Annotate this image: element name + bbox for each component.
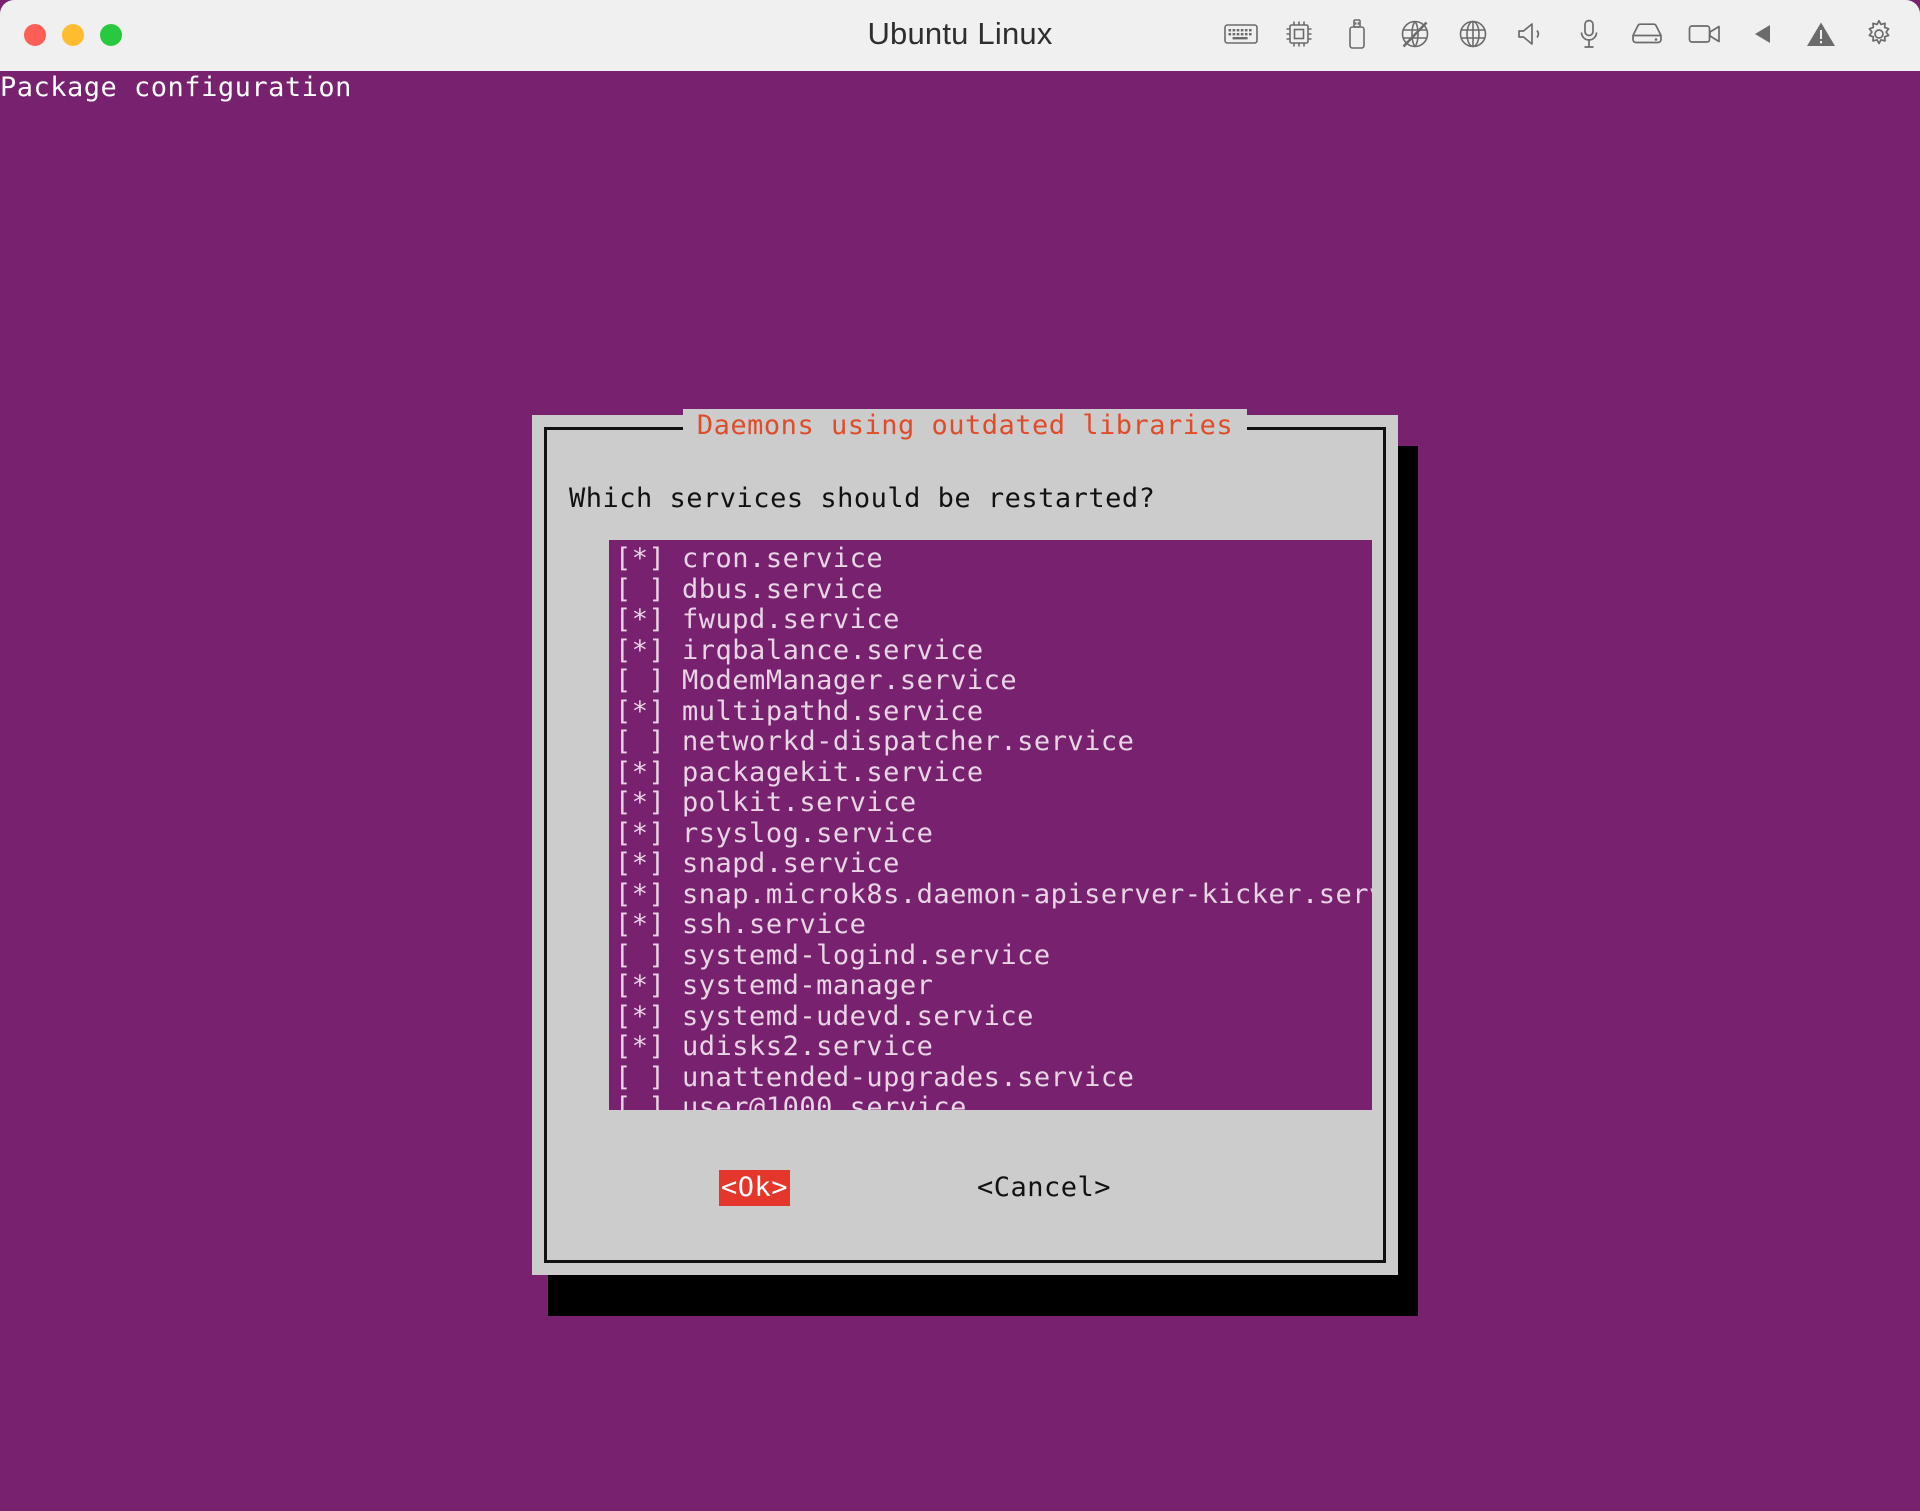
network-disabled-icon[interactable]	[1394, 8, 1436, 60]
list-item[interactable]: [*] udisks2.service	[615, 1032, 1372, 1063]
list-item[interactable]: [*] ssh.service	[615, 910, 1372, 941]
list-item[interactable]: [*] irqbalance.service	[615, 636, 1372, 667]
list-item-label: systemd-logind.service	[665, 940, 1050, 971]
list-item[interactable]: [*] systemd-udevd.service	[615, 1002, 1372, 1033]
checkbox-icon[interactable]: [*]	[615, 1031, 665, 1062]
cancel-button[interactable]: <Cancel>	[975, 1170, 1113, 1206]
list-item[interactable]: [*] packagekit.service	[615, 758, 1372, 789]
list-item[interactable]: [*] multipathd.service	[615, 697, 1372, 728]
list-item[interactable]: [ ] dbus.service	[615, 575, 1372, 606]
usb-drive-icon[interactable]	[1336, 8, 1378, 60]
checkbox-icon[interactable]: [*]	[615, 757, 665, 788]
hard-disk-icon[interactable]	[1626, 8, 1668, 60]
list-item-label: snap.microk8s.daemon-apiserver-kicker.se…	[665, 879, 1372, 910]
globe-icon[interactable]	[1452, 8, 1494, 60]
play-left-icon[interactable]	[1742, 8, 1784, 60]
list-item[interactable]: [*] rsyslog.service	[615, 819, 1372, 850]
list-item-label: rsyslog.service	[665, 818, 933, 849]
list-item[interactable]: [ ] unattended-upgrades.service	[615, 1063, 1372, 1094]
list-item-label: packagekit.service	[665, 757, 983, 788]
service-checklist[interactable]: [*] cron.service[ ] dbus.service[*] fwup…	[609, 540, 1372, 1110]
list-item-label: user@1000.service	[665, 1092, 967, 1110]
list-item[interactable]: [*] snap.microk8s.daemon-apiserver-kicke…	[615, 880, 1372, 911]
checkbox-icon[interactable]: [*]	[615, 787, 665, 818]
list-item-label: polkit.service	[665, 787, 916, 818]
list-item-label: networkd-dispatcher.service	[665, 726, 1134, 757]
list-item[interactable]: [*] fwupd.service	[615, 605, 1372, 636]
checkbox-icon[interactable]: [*]	[615, 1001, 665, 1032]
dialog-title: Daemons using outdated libraries	[683, 409, 1247, 443]
list-item-label: systemd-manager	[665, 970, 933, 1001]
window-titlebar: Ubuntu Linux	[0, 0, 1920, 71]
checkbox-icon[interactable]: [*]	[615, 604, 665, 635]
checkbox-icon[interactable]: [ ]	[615, 940, 665, 971]
gear-icon[interactable]	[1858, 8, 1900, 60]
list-item[interactable]: [*] polkit.service	[615, 788, 1372, 819]
list-item-label: unattended-upgrades.service	[665, 1062, 1134, 1093]
dialog-frame: Daemons using outdated libraries Which s…	[544, 427, 1386, 1263]
checkbox-icon[interactable]: [*]	[615, 696, 665, 727]
checkbox-icon[interactable]: [*]	[615, 818, 665, 849]
keyboard-icon[interactable]	[1220, 8, 1262, 60]
list-item[interactable]: [*] systemd-manager	[615, 971, 1372, 1002]
list-item-label: systemd-udevd.service	[665, 1001, 1034, 1032]
ok-button[interactable]: <Ok>	[719, 1170, 790, 1206]
microphone-icon[interactable]	[1568, 8, 1610, 60]
checkbox-icon[interactable]: [ ]	[615, 726, 665, 757]
checkbox-icon[interactable]: [*]	[615, 543, 665, 574]
toolbar	[1220, 8, 1900, 60]
list-item[interactable]: [ ] networkd-dispatcher.service	[615, 727, 1372, 758]
package-configuration-dialog: Daemons using outdated libraries Which s…	[532, 415, 1398, 1275]
warning-icon[interactable]	[1800, 8, 1842, 60]
list-item-label: fwupd.service	[665, 604, 900, 635]
checkbox-icon[interactable]: [*]	[615, 909, 665, 940]
checkbox-icon[interactable]: [*]	[615, 970, 665, 1001]
list-item-label: irqbalance.service	[665, 635, 983, 666]
list-item-label: ModemManager.service	[665, 665, 1017, 696]
list-item-label: cron.service	[665, 543, 883, 574]
dialog-question: Which services should be restarted?	[569, 482, 1155, 516]
list-item[interactable]: [*] snapd.service	[615, 849, 1372, 880]
checkbox-icon[interactable]: [*]	[615, 879, 665, 910]
checkbox-icon[interactable]: [*]	[615, 848, 665, 879]
checkbox-icon[interactable]: [ ]	[615, 574, 665, 605]
list-item[interactable]: [ ] ModemManager.service	[615, 666, 1372, 697]
list-item[interactable]: [*] cron.service	[615, 544, 1372, 575]
checkbox-icon[interactable]: [ ]	[615, 1062, 665, 1093]
list-item-label: dbus.service	[665, 574, 883, 605]
dialog-title-container: Daemons using outdated libraries	[547, 409, 1383, 443]
checkbox-icon[interactable]: [ ]	[615, 665, 665, 696]
dialog-button-row: <Ok> <Cancel>	[547, 1170, 1383, 1210]
cpu-icon[interactable]	[1278, 8, 1320, 60]
list-item-label: ssh.service	[665, 909, 866, 940]
list-item-label: multipathd.service	[665, 696, 983, 727]
list-item[interactable]: [ ] user@1000.service	[615, 1093, 1372, 1110]
terminal-screen: Package configuration Daemons using outd…	[0, 71, 1920, 1511]
list-item-label: snapd.service	[665, 848, 900, 879]
terminal-header-text: Package configuration	[0, 71, 352, 105]
list-item[interactable]: [ ] systemd-logind.service	[615, 941, 1372, 972]
video-camera-icon[interactable]	[1684, 8, 1726, 60]
checkbox-icon[interactable]: [*]	[615, 635, 665, 666]
checkbox-icon[interactable]: [ ]	[615, 1092, 665, 1110]
speaker-icon[interactable]	[1510, 8, 1552, 60]
list-item-label: udisks2.service	[665, 1031, 933, 1062]
